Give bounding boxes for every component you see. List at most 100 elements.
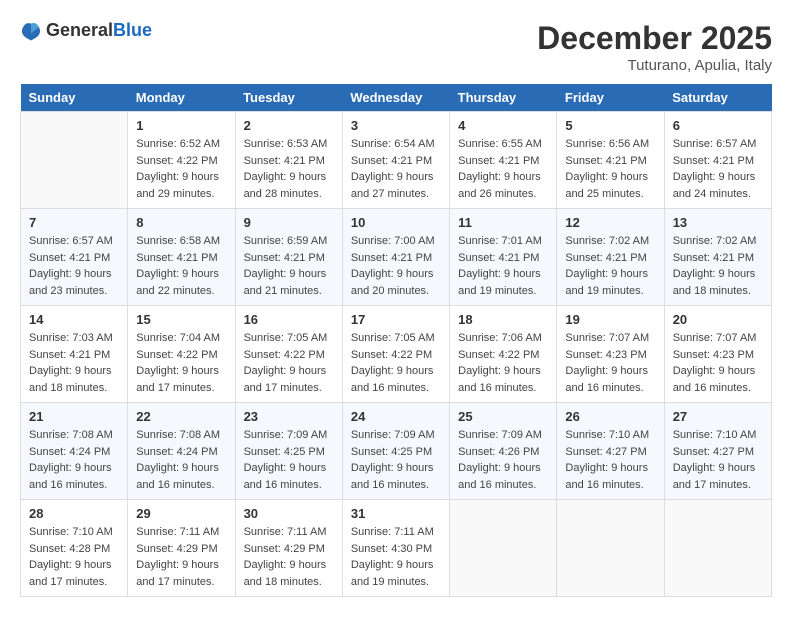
calendar-table: SundayMondayTuesdayWednesdayThursdayFrid… xyxy=(20,84,772,597)
header-tuesday: Tuesday xyxy=(235,84,342,112)
day-number: 16 xyxy=(244,312,334,327)
calendar-day: 10 Sunrise: 7:00 AMSunset: 4:21 PMDayligh… xyxy=(342,209,449,306)
day-info: Sunrise: 7:10 AMSunset: 4:28 PMDaylight:… xyxy=(29,524,119,590)
day-info: Sunrise: 6:57 AMSunset: 4:21 PMDaylight:… xyxy=(29,233,119,299)
location: Tuturano, Apulia, Italy xyxy=(537,57,772,74)
day-info: Sunrise: 7:09 AMSunset: 4:25 PMDaylight:… xyxy=(351,427,441,493)
day-info: Sunrise: 6:55 AMSunset: 4:21 PMDaylight:… xyxy=(458,136,548,202)
logo: GeneralBlue xyxy=(20,20,152,42)
calendar-day: 28 Sunrise: 7:10 AMSunset: 4:28 PMDayligh… xyxy=(21,500,128,597)
day-number: 27 xyxy=(673,409,763,424)
day-info: Sunrise: 7:05 AMSunset: 4:22 PMDaylight:… xyxy=(351,330,441,396)
header-friday: Friday xyxy=(557,84,664,112)
day-info: Sunrise: 7:06 AMSunset: 4:22 PMDaylight:… xyxy=(458,330,548,396)
day-info: Sunrise: 7:04 AMSunset: 4:22 PMDaylight:… xyxy=(136,330,226,396)
day-number: 5 xyxy=(565,118,655,133)
day-info: Sunrise: 7:11 AMSunset: 4:30 PMDaylight:… xyxy=(351,524,441,590)
calendar-day: 16 Sunrise: 7:05 AMSunset: 4:22 PMDayligh… xyxy=(235,306,342,403)
day-number: 10 xyxy=(351,215,441,230)
day-info: Sunrise: 7:02 AMSunset: 4:21 PMDaylight:… xyxy=(673,233,763,299)
day-number: 12 xyxy=(565,215,655,230)
day-number: 13 xyxy=(673,215,763,230)
calendar-day: 14Sunrise: 7:03 AMSunset: 4:21 PMDayligh… xyxy=(21,306,128,403)
calendar-day: 27 Sunrise: 7:10 AMSunset: 4:27 PMDayligh… xyxy=(664,403,771,500)
header-monday: Monday xyxy=(128,84,235,112)
day-number: 2 xyxy=(244,118,334,133)
day-info: Sunrise: 7:05 AMSunset: 4:22 PMDaylight:… xyxy=(244,330,334,396)
title-section: December 2025 Tuturano, Apulia, Italy xyxy=(537,20,772,74)
calendar-day: 31 Sunrise: 7:11 AMSunset: 4:30 PMDayligh… xyxy=(342,500,449,597)
day-info: Sunrise: 7:11 AMSunset: 4:29 PMDaylight:… xyxy=(136,524,226,590)
calendar-day: 30 Sunrise: 7:11 AMSunset: 4:29 PMDayligh… xyxy=(235,500,342,597)
calendar-day: 5 Sunrise: 6:56 AMSunset: 4:21 PMDaylight… xyxy=(557,112,664,209)
day-number: 6 xyxy=(673,118,763,133)
logo-blue: Blue xyxy=(113,20,152,40)
day-number: 28 xyxy=(29,506,119,521)
calendar-day: 18 Sunrise: 7:06 AMSunset: 4:22 PMDayligh… xyxy=(450,306,557,403)
calendar-day xyxy=(450,500,557,597)
logo-icon xyxy=(20,20,42,42)
day-info: Sunrise: 7:07 AMSunset: 4:23 PMDaylight:… xyxy=(673,330,763,396)
day-info: Sunrise: 7:08 AMSunset: 4:24 PMDaylight:… xyxy=(136,427,226,493)
day-info: Sunrise: 6:58 AMSunset: 4:21 PMDaylight:… xyxy=(136,233,226,299)
calendar-day: 15Sunrise: 7:04 AMSunset: 4:22 PMDayligh… xyxy=(128,306,235,403)
calendar-day: 26 Sunrise: 7:10 AMSunset: 4:27 PMDayligh… xyxy=(557,403,664,500)
day-info: Sunrise: 7:02 AMSunset: 4:21 PMDaylight:… xyxy=(565,233,655,299)
day-number: 20 xyxy=(673,312,763,327)
day-number: 17 xyxy=(351,312,441,327)
day-info: Sunrise: 6:56 AMSunset: 4:21 PMDaylight:… xyxy=(565,136,655,202)
day-number: 3 xyxy=(351,118,441,133)
calendar-day: 24 Sunrise: 7:09 AMSunset: 4:25 PMDayligh… xyxy=(342,403,449,500)
day-info: Sunrise: 7:11 AMSunset: 4:29 PMDaylight:… xyxy=(244,524,334,590)
calendar-day: 20 Sunrise: 7:07 AMSunset: 4:23 PMDayligh… xyxy=(664,306,771,403)
calendar-day: 9Sunrise: 6:59 AMSunset: 4:21 PMDaylight… xyxy=(235,209,342,306)
day-number: 23 xyxy=(244,409,334,424)
day-info: Sunrise: 7:09 AMSunset: 4:26 PMDaylight:… xyxy=(458,427,548,493)
calendar-day: 29 Sunrise: 7:11 AMSunset: 4:29 PMDayligh… xyxy=(128,500,235,597)
calendar-day: 1Sunrise: 6:52 AMSunset: 4:22 PMDaylight… xyxy=(128,112,235,209)
day-info: Sunrise: 7:03 AMSunset: 4:21 PMDaylight:… xyxy=(29,330,119,396)
calendar-day: 4Sunrise: 6:55 AMSunset: 4:21 PMDaylight… xyxy=(450,112,557,209)
day-number: 1 xyxy=(136,118,226,133)
day-info: Sunrise: 7:10 AMSunset: 4:27 PMDaylight:… xyxy=(673,427,763,493)
calendar-week-1: 1Sunrise: 6:52 AMSunset: 4:22 PMDaylight… xyxy=(21,112,772,209)
day-number: 11 xyxy=(458,215,548,230)
calendar-day: 21Sunrise: 7:08 AMSunset: 4:24 PMDayligh… xyxy=(21,403,128,500)
calendar-week-5: 28 Sunrise: 7:10 AMSunset: 4:28 PMDayligh… xyxy=(21,500,772,597)
calendar-week-2: 7Sunrise: 6:57 AMSunset: 4:21 PMDaylight… xyxy=(21,209,772,306)
day-info: Sunrise: 7:10 AMSunset: 4:27 PMDaylight:… xyxy=(565,427,655,493)
day-number: 31 xyxy=(351,506,441,521)
calendar-day: 12 Sunrise: 7:02 AMSunset: 4:21 PMDayligh… xyxy=(557,209,664,306)
header-sunday: Sunday xyxy=(21,84,128,112)
day-number: 21 xyxy=(29,409,119,424)
calendar-day xyxy=(664,500,771,597)
day-info: Sunrise: 7:01 AMSunset: 4:21 PMDaylight:… xyxy=(458,233,548,299)
logo-text: GeneralBlue xyxy=(46,21,152,41)
calendar-day: 8 Sunrise: 6:58 AMSunset: 4:21 PMDaylight… xyxy=(128,209,235,306)
logo-general: General xyxy=(46,20,113,40)
calendar-day: 19Sunrise: 7:07 AMSunset: 4:23 PMDayligh… xyxy=(557,306,664,403)
day-info: Sunrise: 6:54 AMSunset: 4:21 PMDaylight:… xyxy=(351,136,441,202)
day-number: 30 xyxy=(244,506,334,521)
calendar-day: 17 Sunrise: 7:05 AMSunset: 4:22 PMDayligh… xyxy=(342,306,449,403)
day-number: 18 xyxy=(458,312,548,327)
header-wednesday: Wednesday xyxy=(342,84,449,112)
calendar-header-row: SundayMondayTuesdayWednesdayThursdayFrid… xyxy=(21,84,772,112)
calendar-day: 13 Sunrise: 7:02 AMSunset: 4:21 PMDayligh… xyxy=(664,209,771,306)
calendar-day xyxy=(557,500,664,597)
day-number: 29 xyxy=(136,506,226,521)
calendar-week-4: 21 Sunrise: 7:08 AMSunset: 4:24 PMDayligh… xyxy=(21,403,772,500)
day-number: 24 xyxy=(351,409,441,424)
day-info: Sunrise: 6:57 AMSunset: 4:21 PMDaylight:… xyxy=(673,136,763,202)
day-number: 26 xyxy=(565,409,655,424)
calendar-day: 25Sunrise: 7:09 AMSunset: 4:26 PMDayligh… xyxy=(450,403,557,500)
day-number: 8 xyxy=(136,215,226,230)
day-info: Sunrise: 7:00 AMSunset: 4:21 PMDaylight:… xyxy=(351,233,441,299)
day-info: Sunrise: 7:09 AMSunset: 4:25 PMDaylight:… xyxy=(244,427,334,493)
month-title: December 2025 xyxy=(537,20,772,57)
header-thursday: Thursday xyxy=(450,84,557,112)
header-saturday: Saturday xyxy=(664,84,771,112)
calendar-week-3: 14Sunrise: 7:03 AMSunset: 4:21 PMDayligh… xyxy=(21,306,772,403)
day-info: Sunrise: 6:59 AMSunset: 4:21 PMDaylight:… xyxy=(244,233,334,299)
calendar-day: 11 Sunrise: 7:01 AMSunset: 4:21 PMDayligh… xyxy=(450,209,557,306)
